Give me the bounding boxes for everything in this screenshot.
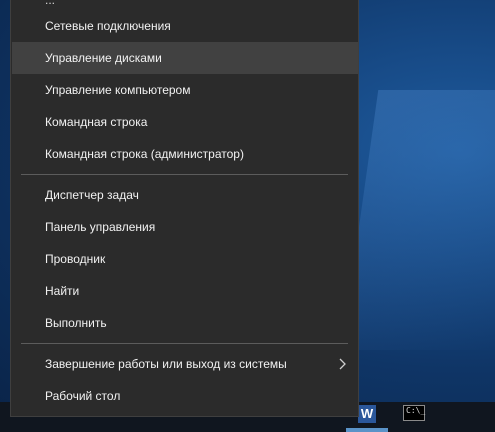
taskbar-cmd-button[interactable]: C:\_ (395, 402, 435, 432)
active-indicator (346, 428, 388, 432)
menu-item-network-connections[interactable]: Сетевые подключения (12, 10, 358, 42)
menu-item-label: Диспетчер задач (45, 188, 139, 202)
menu-separator (21, 174, 348, 175)
menu-item-partial-label: ... (45, 0, 56, 7)
menu-separator (21, 343, 348, 344)
menu-item-label: Сетевые подключения (45, 19, 171, 33)
menu-item-label: Панель управления (45, 220, 156, 234)
menu-item-label: Завершение работы или выход из системы (45, 357, 287, 371)
command-prompt-icon: C:\_ (403, 405, 425, 421)
menu-item-label: Командная строка (администратор) (45, 147, 244, 161)
menu-item-label: Командная строка (45, 115, 148, 129)
winx-context-menu: ... Сетевые подключения Управление диска… (10, 0, 359, 417)
menu-item-run[interactable]: Выполнить (12, 307, 358, 339)
menu-item-search[interactable]: Найти (12, 275, 358, 307)
menu-item-file-explorer[interactable]: Проводник (12, 243, 358, 275)
menu-item-command-prompt[interactable]: Командная строка (12, 106, 358, 138)
wallpaper-glow (341, 90, 495, 350)
menu-item-command-prompt-admin[interactable]: Командная строка (администратор) (12, 138, 358, 170)
menu-item-control-panel[interactable]: Панель управления (12, 211, 358, 243)
menu-item-label: Проводник (45, 252, 106, 266)
word-icon: W (358, 405, 376, 423)
menu-item-shutdown-signout[interactable]: Завершение работы или выход из системы (12, 348, 358, 380)
menu-item-label: Управление дисками (45, 51, 162, 65)
menu-item-disk-management[interactable]: Управление дисками (12, 42, 358, 74)
menu-item-task-manager[interactable]: Диспетчер задач (12, 179, 358, 211)
chevron-right-icon (339, 358, 346, 370)
menu-item-label: Рабочий стол (45, 389, 121, 403)
menu-item-label: Выполнить (45, 316, 107, 330)
menu-item-label: Управление компьютером (45, 83, 191, 97)
menu-item-computer-management[interactable]: Управление компьютером (12, 74, 358, 106)
menu-item-desktop[interactable]: Рабочий стол (12, 380, 358, 412)
menu-item-label: Найти (45, 284, 80, 298)
